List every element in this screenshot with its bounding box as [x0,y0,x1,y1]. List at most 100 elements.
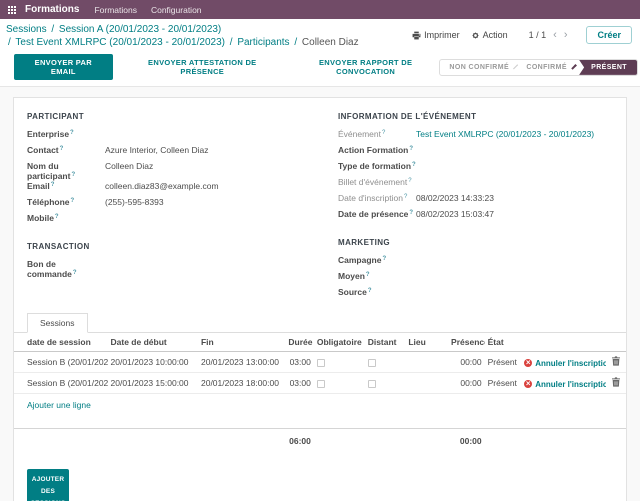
column-header-remote[interactable]: Distant [364,333,406,353]
column-header-location[interactable]: Lieu [405,333,449,353]
send-convocation-button[interactable]: ENVOYER RAPPORT DE CONVOCATION [292,58,440,76]
form-fields-area: PARTICIPANT Enterprise? Contact? Azure I… [14,112,626,303]
field-value-email[interactable]: colleen.diaz83@example.com [105,181,219,191]
cell-end[interactable]: 20/01/2023 13:00:00 [197,351,286,374]
cell-duration[interactable]: 03:00 [285,372,314,395]
cell-mandatory [313,351,365,374]
field-registration-date: Date d'inscription? 08/02/2023 14:33:23 [338,193,613,209]
cell-delete [605,372,626,395]
menu-configuration[interactable]: Configuration [151,5,202,15]
cell-state[interactable]: Présent [484,372,522,395]
breadcrumb-line-1: Sessions / Session A (20/01/2023 - 20/01… [6,23,359,36]
top-app-bar: Formations Formations Configuration [0,0,640,19]
column-header-actions [521,333,606,353]
field-sale-order: Bon de commande? [27,259,302,279]
field-label-email: Email? [27,181,55,192]
cell-state[interactable]: Présent [484,351,522,374]
field-label-contact: Contact? [27,145,64,156]
pager: 1 / 1 ‹ › [529,29,568,41]
cell-end[interactable]: 20/01/2023 18:00:00 [197,372,286,395]
remote-checkbox[interactable] [367,359,376,368]
field-value-event-link[interactable]: Test Event XMLRPC (20/01/2023 - 20/01/20… [416,129,594,139]
field-presence-date: Date de présence? 08/02/2023 15:03:47 [338,209,613,225]
apps-grid-icon[interactable] [8,5,16,14]
cell-duration[interactable]: 03:00 [285,351,314,374]
status-step-confirme[interactable]: CONFIRMÉ [517,60,576,75]
cell-presence[interactable]: 00:00 [448,372,485,395]
help-icon: ? [70,129,74,136]
cell-location[interactable] [405,351,449,374]
field-label-source: Source? [338,287,372,298]
send-attestation-button[interactable]: ENVOYER ATTESTATION DE PRÉSENCE [129,58,276,76]
field-label-medium: Moyen? [338,271,370,282]
tab-sessions[interactable]: Sessions [27,313,88,334]
form-sheet: PARTICIPANT Enterprise? Contact? Azure I… [13,97,627,501]
column-header-presence[interactable]: Présence [448,333,485,353]
breadcrumb-separator: / [8,37,11,49]
column-header-session[interactable]: date de session [14,333,108,353]
breadcrumb-separator: / [229,37,233,49]
field-label-participant-name: Nom du participant? [27,161,76,182]
field-value-phone[interactable]: (255)-595-8393 [105,197,164,207]
column-header-mandatory[interactable]: Obligatoire [313,333,365,353]
help-icon: ? [408,177,412,184]
column-left: PARTICIPANT Enterprise? Contact? Azure I… [27,112,302,303]
cell-start[interactable]: 20/01/2023 10:00:00 [107,351,198,374]
field-phone: Téléphone? (255)-595-8393 [27,197,302,213]
breadcrumb-sessions[interactable]: Sessions [6,24,47,35]
send-email-button[interactable]: ENVOYER PAR EMAIL [14,54,113,81]
pager-previous-icon[interactable]: ‹ [553,29,557,41]
status-step-present-active[interactable]: PRÉSENT [579,59,637,75]
cell-location[interactable] [405,372,449,395]
trash-icon[interactable] [611,356,620,367]
cancel-registration-button[interactable]: Annuler l'inscription [524,359,606,368]
remote-checkbox[interactable] [367,380,376,389]
create-button[interactable]: Créer [586,26,632,44]
cancel-circle-icon [524,359,533,368]
mandatory-checkbox[interactable] [316,380,325,389]
column-header-duration[interactable]: Durée [285,333,314,353]
status-bar: NON CONFIRMÉ CONFIRMÉ PRÉSENT [439,58,638,76]
column-header-end[interactable]: Fin [197,333,286,353]
table-row: Session B (20/01/2023) 20/01/2023 10:00:… [14,351,626,374]
field-mobile: Mobile? [27,213,302,229]
breadcrumb-participants[interactable]: Participants [237,37,289,48]
field-label-event-ticket: Billet d'événement? [338,177,412,188]
field-value-contact[interactable]: Azure Interior, Colleen Diaz [105,145,208,155]
column-header-start[interactable]: Date de début [107,333,198,353]
cell-session[interactable]: Session B (20/01/2023) [14,372,108,395]
help-icon: ? [382,129,386,136]
breadcrumb-separator: / [294,37,298,49]
group-title-participant: PARTICIPANT [27,112,84,122]
cell-start[interactable]: 20/01/2023 15:00:00 [107,372,198,395]
help-icon: ? [403,193,408,200]
field-value-presence-date[interactable]: 08/02/2023 15:03:47 [416,209,494,219]
print-button[interactable]: Imprimer [412,30,460,40]
add-sessions-button[interactable]: AJOUTER DES SESSIONS [27,469,69,501]
action-menu-button[interactable]: Action [471,30,508,40]
printer-icon [412,31,421,40]
cell-mandatory [313,372,365,395]
field-campaign: Campagne? [338,255,613,271]
cell-presence[interactable]: 00:00 [448,351,485,374]
field-value-participant-name[interactable]: Colleen Diaz [105,161,153,171]
totals-row: 06:00 00:00 [14,429,626,454]
control-panel-actions: Imprimer Action 1 / 1 ‹ › Créer [412,23,632,44]
breadcrumb: Sessions / Session A (20/01/2023 - 20/01… [6,23,359,49]
app-name[interactable]: Formations [25,4,79,15]
cell-cancel: Annuler l'inscription [521,351,606,374]
mandatory-checkbox[interactable] [316,359,325,368]
breadcrumb-test-event[interactable]: Test Event XMLRPC (20/01/2023 - 20/01/20… [15,37,225,48]
status-step-non-confirme[interactable]: NON CONFIRMÉ [440,60,518,75]
pager-next-icon[interactable]: › [564,29,568,41]
menu-formations[interactable]: Formations [94,5,137,15]
cell-session[interactable]: Session B (20/01/2023) [14,351,108,374]
table-header-row: date de session Date de début Fin Durée … [14,333,626,353]
add-line-link[interactable]: Ajouter une ligne [14,394,626,415]
breadcrumb-session-a[interactable]: Session A (20/01/2023 - 20/01/2023) [59,24,221,35]
trash-icon[interactable] [611,377,620,388]
column-header-state[interactable]: État [484,333,522,353]
help-icon: ? [412,161,416,168]
help-icon: ? [59,145,64,152]
cancel-registration-button[interactable]: Annuler l'inscription [524,380,606,389]
